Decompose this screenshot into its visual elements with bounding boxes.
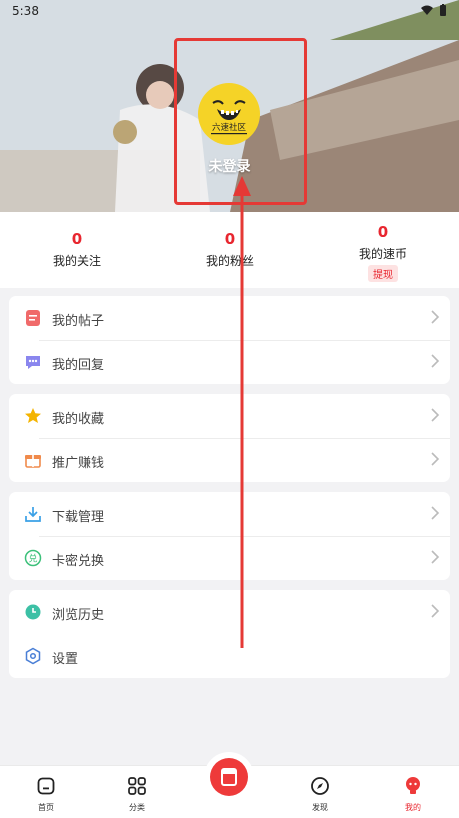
nav-label: 分类: [129, 803, 145, 812]
menu-label: 我的帖子: [52, 314, 105, 329]
chevron-right-icon: [431, 452, 440, 466]
center-action-button[interactable]: [210, 758, 248, 796]
menu-label: 浏览历史: [52, 608, 105, 623]
history-icon: [25, 604, 41, 620]
stat-label: 我的速币: [358, 247, 407, 261]
menu-item-download-manager[interactable]: 下载管理: [9, 492, 450, 536]
nav-label: 我的: [405, 803, 421, 812]
highlight-box: [174, 38, 307, 205]
nav-category[interactable]: 分类: [107, 776, 167, 813]
replies-icon: [26, 356, 40, 369]
profile-icon: [406, 777, 420, 794]
menu-item-my-posts[interactable]: 我的帖子: [9, 296, 450, 340]
chevron-right-icon: [431, 604, 440, 618]
status-bar: 5:38: [0, 0, 459, 22]
posts-icon: [26, 310, 40, 326]
chevron-right-icon: [431, 354, 440, 368]
svg-text:兑: 兑: [28, 553, 37, 565]
center-action-icon: [221, 768, 237, 786]
menu-item-favorites[interactable]: 我的收藏: [9, 394, 450, 438]
stat-value: 0: [224, 230, 236, 248]
battery-icon: [440, 4, 446, 16]
compass-icon: [311, 777, 329, 795]
nav-label: 首页: [38, 803, 54, 812]
nav-profile[interactable]: 我的: [383, 776, 443, 813]
menu-card-posts: 我的帖子 我的回复: [9, 296, 450, 384]
nav-home[interactable]: 首页: [16, 776, 76, 813]
status-icons: [421, 4, 447, 16]
stat-label: 我的粉丝: [205, 254, 254, 268]
menu-item-promote-earn[interactable]: 推广赚钱: [9, 438, 450, 482]
stat-followers[interactable]: 0 我的粉丝: [170, 230, 290, 269]
chevron-right-icon: [431, 408, 440, 422]
wifi-icon: [421, 5, 433, 15]
menu-label: 推广赚钱: [52, 456, 105, 471]
menu-item-card-redeem[interactable]: 兑 卡密兑换: [9, 536, 450, 580]
menu-item-browse-history[interactable]: 浏览历史: [9, 590, 450, 634]
stat-label: 我的关注: [52, 254, 101, 268]
menu-item-my-replies[interactable]: 我的回复: [9, 340, 450, 384]
menu-item-settings[interactable]: 设置: [9, 634, 450, 678]
menu-card-downloads: 下载管理 兑 卡密兑换: [9, 492, 450, 580]
status-time: 5:38: [12, 4, 39, 18]
withdraw-button[interactable]: 提现: [368, 265, 398, 282]
download-icon: [25, 507, 41, 522]
stat-value: 0: [71, 230, 83, 248]
menu-card-history: 浏览历史 设置: [9, 590, 450, 678]
category-icon: [128, 777, 146, 795]
home-icon: [37, 777, 55, 795]
stat-following[interactable]: 0 我的关注: [17, 230, 137, 269]
gift-icon: [25, 455, 41, 468]
menu-card-collections: 我的收藏 推广赚钱: [9, 394, 450, 482]
chevron-right-icon: [431, 310, 440, 324]
stat-value: 0: [377, 223, 389, 241]
nav-label: 发现: [312, 803, 328, 812]
stat-coins[interactable]: 0 我的速币 提现: [323, 223, 443, 282]
star-icon: [25, 408, 41, 423]
menu-label: 设置: [52, 652, 79, 667]
stats-bar: 0 我的关注 0 我的粉丝 0 我的速币 提现: [0, 212, 459, 288]
redeem-icon: 兑: [24, 549, 42, 567]
settings-icon: [25, 647, 41, 665]
menu-label: 下载管理: [52, 510, 105, 525]
chevron-right-icon: [431, 506, 440, 520]
nav-discover[interactable]: 发现: [290, 776, 350, 813]
chevron-right-icon: [431, 550, 440, 564]
menu-label: 我的收藏: [52, 412, 105, 427]
menu-label: 卡密兑换: [52, 554, 105, 569]
menu-label: 我的回复: [52, 358, 105, 373]
